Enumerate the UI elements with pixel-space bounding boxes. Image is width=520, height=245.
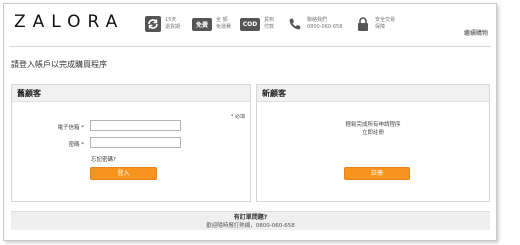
returning-customer-heading: 舊顧客 [12,85,250,102]
usp-secure-line2: 保障 [375,24,386,30]
new-customer-heading: 新顧客 [257,85,489,102]
email-label: 電子信箱 * [57,125,85,131]
page-frame: ZALORA 15天 退貨期 免費 全 額 免運費 COD 貨到 付款 聯絡我們… [3,3,497,241]
password-label: 密碼 * [68,142,85,148]
usp-secure[interactable]: 安全交易 保障 [354,14,395,34]
new-customer-message: 輕鬆完成所有申請程序 立即註冊 [257,121,489,137]
usp-returns-line1: 15天 [165,17,177,23]
usp-contact-line1: 聯絡我們 [307,17,328,23]
required-note: * 必填 [230,114,245,120]
returning-customer-panel: 舊顧客 * 必填 電子信箱 * 密碼 * 忘記密碼? 登入 [11,84,251,202]
cod-badge: COD [240,17,260,31]
password-field[interactable] [90,137,181,148]
zalora-logo[interactable]: ZALORA [14,12,124,32]
site-header: ZALORA 15天 退貨期 免費 全 額 免運費 COD 貨到 付款 聯絡我們… [4,4,496,46]
usp-cod[interactable]: COD 貨到 付款 [240,14,274,34]
login-button[interactable]: 登入 [90,167,157,180]
free-shipping-badge: 免費 [192,17,212,31]
usp-free-shipping[interactable]: 免費 全 額 免運費 [192,14,231,34]
usp-secure-line1: 安全交易 [375,17,396,23]
lock-icon [354,16,371,33]
footer-contact: 歡迎隨時撥打熱線，0800-060-658 [206,223,295,229]
new-customer-msg-line1: 輕鬆完成所有申請程序 [345,122,401,128]
usp-contact[interactable]: 聯絡我們 0800-060-658 [286,14,342,34]
email-field[interactable] [90,120,181,131]
order-help-footer: 有訂單問題? 歡迎隨時撥打熱線，0800-060-658 [11,211,490,230]
new-customer-panel: 新顧客 輕鬆完成所有申請程序 立即註冊 註冊 [256,84,490,202]
phone-icon [286,16,303,33]
header-divider [9,46,491,47]
usp-returns[interactable]: 15天 退貨期 [144,14,180,34]
continue-shopping-link[interactable]: 繼續購物 [464,28,488,37]
usp-returns-line2: 退貨期 [165,24,181,30]
register-button[interactable]: 註冊 [344,167,410,180]
usp-free-shipping-line1: 全 額 [216,17,228,23]
usp-cod-line1: 貨到 [264,17,275,23]
footer-question: 有訂單問題? [233,214,268,221]
refresh-icon [144,16,161,33]
new-customer-msg-line2: 立即註冊 [361,130,384,136]
forgot-password-link[interactable]: 忘記密碼? [91,155,116,163]
page-title: 請登入帳戶以完成購買程序 [11,60,107,69]
usp-contact-line2: 0800-060-658 [307,24,343,30]
usp-free-shipping-line2: 免運費 [216,24,232,30]
usp-cod-line2: 付款 [264,24,275,30]
